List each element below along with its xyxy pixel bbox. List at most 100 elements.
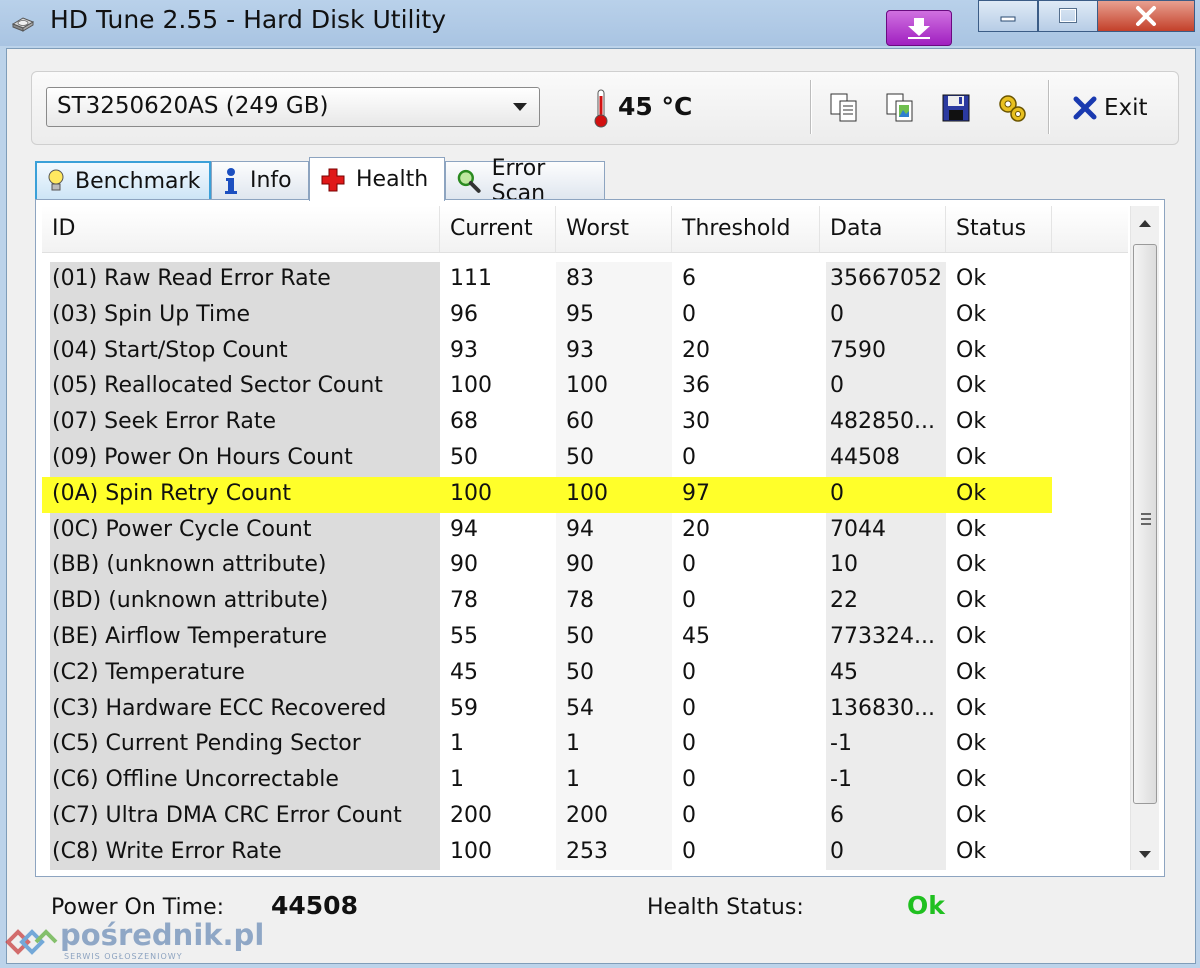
cell-current: 111 xyxy=(450,266,492,291)
tab-benchmark[interactable]: Benchmark xyxy=(35,161,211,199)
watermark-subtext: SERWIS OGŁOSZENIOWY xyxy=(64,952,183,961)
scroll-down-arrow-icon[interactable] xyxy=(1139,851,1151,858)
watermark: pośrednik.pl SERWIS OGŁOSZENIOWY xyxy=(2,914,265,966)
drive-select[interactable]: ST3250620AS (249 GB) xyxy=(46,87,540,127)
info-icon xyxy=(225,167,237,194)
cell-id: (BD) (unknown attribute) xyxy=(52,588,329,614)
maximize-button[interactable] xyxy=(1038,0,1098,32)
tab-health[interactable]: Health xyxy=(309,157,445,201)
grip-icon xyxy=(1141,513,1151,525)
cell-status: Ok xyxy=(956,659,987,685)
scroll-thumb[interactable] xyxy=(1133,244,1157,804)
window-title: HD Tune 2.55 - Hard Disk Utility xyxy=(50,5,447,34)
column-header-id[interactable]: ID xyxy=(42,206,440,252)
table-row[interactable]: (09) Power On Hours Count 50 50 0 44508 Ok xyxy=(42,441,1052,477)
cell-current: 68 xyxy=(450,409,478,435)
drive-select-value: ST3250620AS (249 GB) xyxy=(57,93,329,119)
cell-data: 44508 xyxy=(830,445,900,470)
cell-status: Ok xyxy=(956,624,987,649)
cell-current: 200 xyxy=(450,803,492,828)
thermometer-icon xyxy=(594,89,608,128)
close-button[interactable] xyxy=(1098,0,1195,32)
table-row[interactable]: (04) Start/Stop Count 93 93 20 7590 Ok xyxy=(42,334,1052,370)
copy-info-button[interactable] xyxy=(826,90,862,126)
maximize-icon xyxy=(1059,8,1077,23)
download-button[interactable] xyxy=(886,10,952,46)
table-row[interactable]: (C5) Current Pending Sector 1 1 0 -1 Ok xyxy=(42,727,1052,763)
tab-label: Benchmark xyxy=(75,168,201,194)
cell-data: 136830... xyxy=(830,695,935,721)
title-bar[interactable]: HD Tune 2.55 - Hard Disk Utility xyxy=(0,0,1200,46)
watermark-text: pośrednik.pl xyxy=(60,918,265,952)
magnifier-icon xyxy=(457,169,481,193)
health-status-label: Health Status: xyxy=(647,895,804,920)
table-row[interactable]: (C7) Ultra DMA CRC Error Count 200 200 0 6 Ok xyxy=(42,799,1052,835)
table-row[interactable]: (C3) Hardware ECC Recovered 59 54 0 136830..… xyxy=(42,692,1052,728)
copy-screenshot-button[interactable] xyxy=(882,90,918,126)
scroll-up-arrow-icon[interactable] xyxy=(1139,220,1151,227)
cell-data: 22 xyxy=(830,588,858,614)
lightbulb-icon xyxy=(48,169,64,191)
cell-status: Ok xyxy=(956,445,987,470)
table-row[interactable]: (BD) (unknown attribute) 78 78 0 22 Ok xyxy=(42,584,1052,620)
table-row[interactable]: (C2) Temperature 45 50 0 45 Ok xyxy=(42,656,1052,692)
tab-error-scan[interactable]: Error Scan xyxy=(445,156,605,206)
options-button[interactable] xyxy=(994,90,1030,126)
column-header-threshold[interactable]: Threshold xyxy=(672,206,820,252)
table-row[interactable]: (03) Spin Up Time 96 95 0 0 Ok xyxy=(42,298,1052,334)
options-icon xyxy=(999,95,1026,122)
cell-current: 96 xyxy=(450,301,478,327)
client-area: ST3250620AS (249 GB) 45 °C Exit Benchmar… xyxy=(6,48,1196,964)
health-status-value: Ok xyxy=(907,891,945,920)
cell-status: Ok xyxy=(956,516,987,542)
table-row[interactable]: (07) Seek Error Rate 68 60 30 482850... Ok xyxy=(42,405,1052,441)
cell-threshold: 45 xyxy=(682,624,710,649)
save-button[interactable] xyxy=(938,90,974,126)
cell-data: 7044 xyxy=(830,516,886,542)
cell-worst: 83 xyxy=(566,266,594,291)
column-header-status[interactable]: Status xyxy=(946,206,1052,252)
cell-status: Ok xyxy=(956,731,987,757)
toolbar-separator xyxy=(1048,80,1050,134)
cell-data: 0 xyxy=(830,480,844,506)
cell-id: (C7) Ultra DMA CRC Error Count xyxy=(52,803,402,828)
table-row[interactable]: (01) Raw Read Error Rate 111 83 6 35667052 Ok xyxy=(42,262,1052,298)
table-row[interactable]: (BB) (unknown attribute) 90 90 0 10 Ok xyxy=(42,548,1052,584)
table-row[interactable]: (C6) Offline Uncorrectable 1 1 0 -1 Ok xyxy=(42,763,1052,799)
cell-worst: 100 xyxy=(566,480,608,506)
cell-threshold: 36 xyxy=(682,373,710,399)
tab-info[interactable]: Info xyxy=(211,161,309,199)
arrow-down-icon xyxy=(908,18,930,39)
exit-button[interactable]: Exit xyxy=(1072,92,1148,124)
table-row[interactable]: (0C) Power Cycle Count 94 94 20 7044 Ok xyxy=(42,513,1052,549)
table-row[interactable]: (0A) Spin Retry Count 100 100 97 0 Ok xyxy=(42,476,1052,513)
cell-status: Ok xyxy=(956,409,987,435)
cell-threshold: 0 xyxy=(682,838,696,864)
table-row[interactable]: (C8) Write Error Rate 100 253 0 0 Ok xyxy=(42,835,1052,870)
red-cross-icon xyxy=(321,168,345,191)
cell-threshold: 20 xyxy=(682,337,710,363)
column-header-current[interactable]: Current xyxy=(440,206,556,252)
table-row[interactable]: (BE) Airflow Temperature 55 50 45 773324... O… xyxy=(42,620,1052,656)
vertical-scrollbar[interactable] xyxy=(1130,206,1159,870)
cell-id: (0C) Power Cycle Count xyxy=(52,516,312,542)
cell-id: (05) Reallocated Sector Count xyxy=(52,373,383,399)
cell-worst: 200 xyxy=(566,803,608,828)
copy-screenshot-icon xyxy=(886,93,913,122)
column-header-data[interactable]: Data xyxy=(820,206,946,252)
cell-current: 100 xyxy=(450,373,492,399)
cell-status: Ok xyxy=(956,373,987,399)
exit-label: Exit xyxy=(1104,95,1148,121)
cell-status: Ok xyxy=(956,480,987,506)
table-row[interactable]: (05) Reallocated Sector Count 100 100 36 0 Ok xyxy=(42,369,1052,405)
save-icon xyxy=(942,94,970,122)
cell-threshold: 0 xyxy=(682,731,696,757)
cell-data: 773324... xyxy=(830,624,935,649)
window-controls xyxy=(978,0,1195,32)
cell-id: (09) Power On Hours Count xyxy=(52,445,353,470)
column-header-worst[interactable]: Worst xyxy=(556,206,672,252)
tab-label: Error Scan xyxy=(491,155,546,206)
cell-current: 100 xyxy=(450,480,492,506)
minimize-button[interactable] xyxy=(978,0,1038,32)
close-icon xyxy=(1136,6,1156,26)
